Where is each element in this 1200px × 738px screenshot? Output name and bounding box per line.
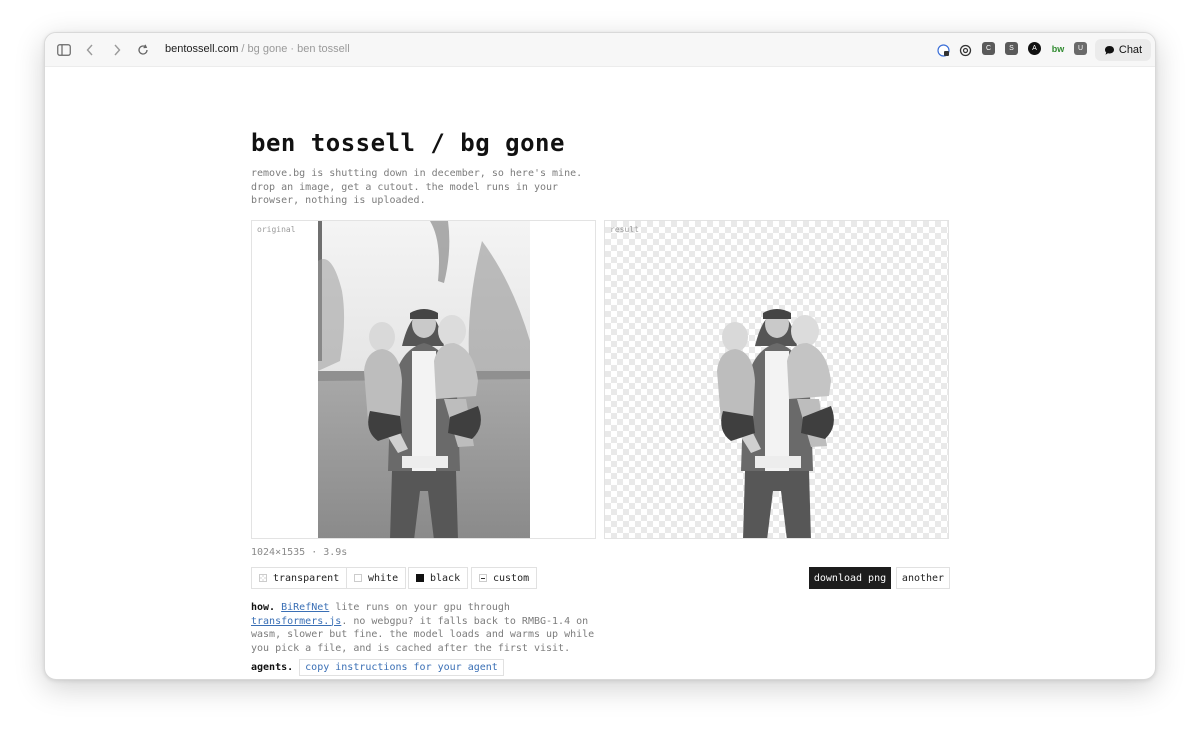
- extension-c-icon[interactable]: C: [982, 42, 995, 55]
- browser-window: bentossell.com / bg gone · ben tossell C…: [44, 32, 1156, 680]
- chat-bubble-icon: [1104, 45, 1114, 55]
- page-title: ben tossell / bg gone: [251, 129, 565, 157]
- back-icon[interactable]: [81, 41, 99, 59]
- original-label: original: [257, 225, 296, 234]
- bg-white-label: white: [368, 572, 399, 584]
- how-text-1: lite runs on your gpu through: [329, 602, 510, 613]
- result-panel[interactable]: result: [604, 220, 949, 539]
- download-png-button[interactable]: download png: [809, 567, 891, 589]
- agents-heading: agents.: [251, 662, 294, 673]
- bg-transparent-button[interactable]: transparent: [251, 567, 348, 589]
- extension-u-icon[interactable]: U: [1074, 42, 1087, 55]
- another-button[interactable]: another: [896, 567, 950, 589]
- translate-icon[interactable]: [934, 41, 952, 59]
- original-panel[interactable]: original: [251, 220, 596, 539]
- address-host: bentossell.com: [165, 43, 239, 55]
- bg-custom-button[interactable]: custom: [471, 567, 538, 589]
- address-path: / bg gone · ben tossell: [238, 43, 350, 55]
- black-swatch-icon: [416, 574, 424, 582]
- reload-icon[interactable]: [134, 41, 152, 59]
- custom-swatch-icon: [479, 574, 487, 582]
- extension-s-icon[interactable]: S: [1005, 42, 1018, 55]
- sidebar-toggle-icon[interactable]: [55, 41, 73, 59]
- extension-a-icon[interactable]: A: [1028, 42, 1041, 55]
- copy-agent-instructions-button[interactable]: copy instructions for your agent: [299, 659, 504, 676]
- bg-black-button[interactable]: black: [408, 567, 469, 589]
- address-bar[interactable]: bentossell.com / bg gone · ben tossell: [165, 43, 350, 55]
- bg-white-button[interactable]: white: [346, 567, 407, 589]
- page-content: ben tossell / bg gone remove.bg is shutt…: [45, 67, 1155, 679]
- white-swatch-icon: [354, 574, 362, 582]
- extension-bw-icon[interactable]: bw: [1050, 42, 1066, 55]
- original-photo: [318, 221, 530, 538]
- chat-button[interactable]: Chat: [1095, 39, 1151, 61]
- agents-row: agents. copy instructions for your agent: [251, 659, 504, 676]
- how-heading: how.: [251, 602, 276, 613]
- chat-label: Chat: [1118, 44, 1143, 56]
- bg-custom-label: custom: [493, 572, 530, 584]
- bg-black-label: black: [430, 572, 461, 584]
- how-paragraph: how. BiRefNet lite runs on your gpu thro…: [251, 601, 611, 655]
- browser-toolbar: bentossell.com / bg gone · ben tossell C…: [45, 33, 1155, 67]
- transparent-swatch-icon: [259, 574, 267, 582]
- bg-transparent-label: transparent: [273, 572, 340, 584]
- page-description: remove.bg is shutting down in december, …: [251, 168, 583, 206]
- result-cutout: [717, 309, 834, 538]
- birefnet-link[interactable]: BiRefNet: [281, 602, 329, 613]
- result-label: result: [610, 225, 639, 234]
- openai-icon[interactable]: [956, 41, 974, 59]
- image-meta: 1024×1535 · 3.9s: [251, 547, 348, 558]
- forward-icon[interactable]: [108, 41, 126, 59]
- transformersjs-link[interactable]: transformers.js: [251, 616, 341, 627]
